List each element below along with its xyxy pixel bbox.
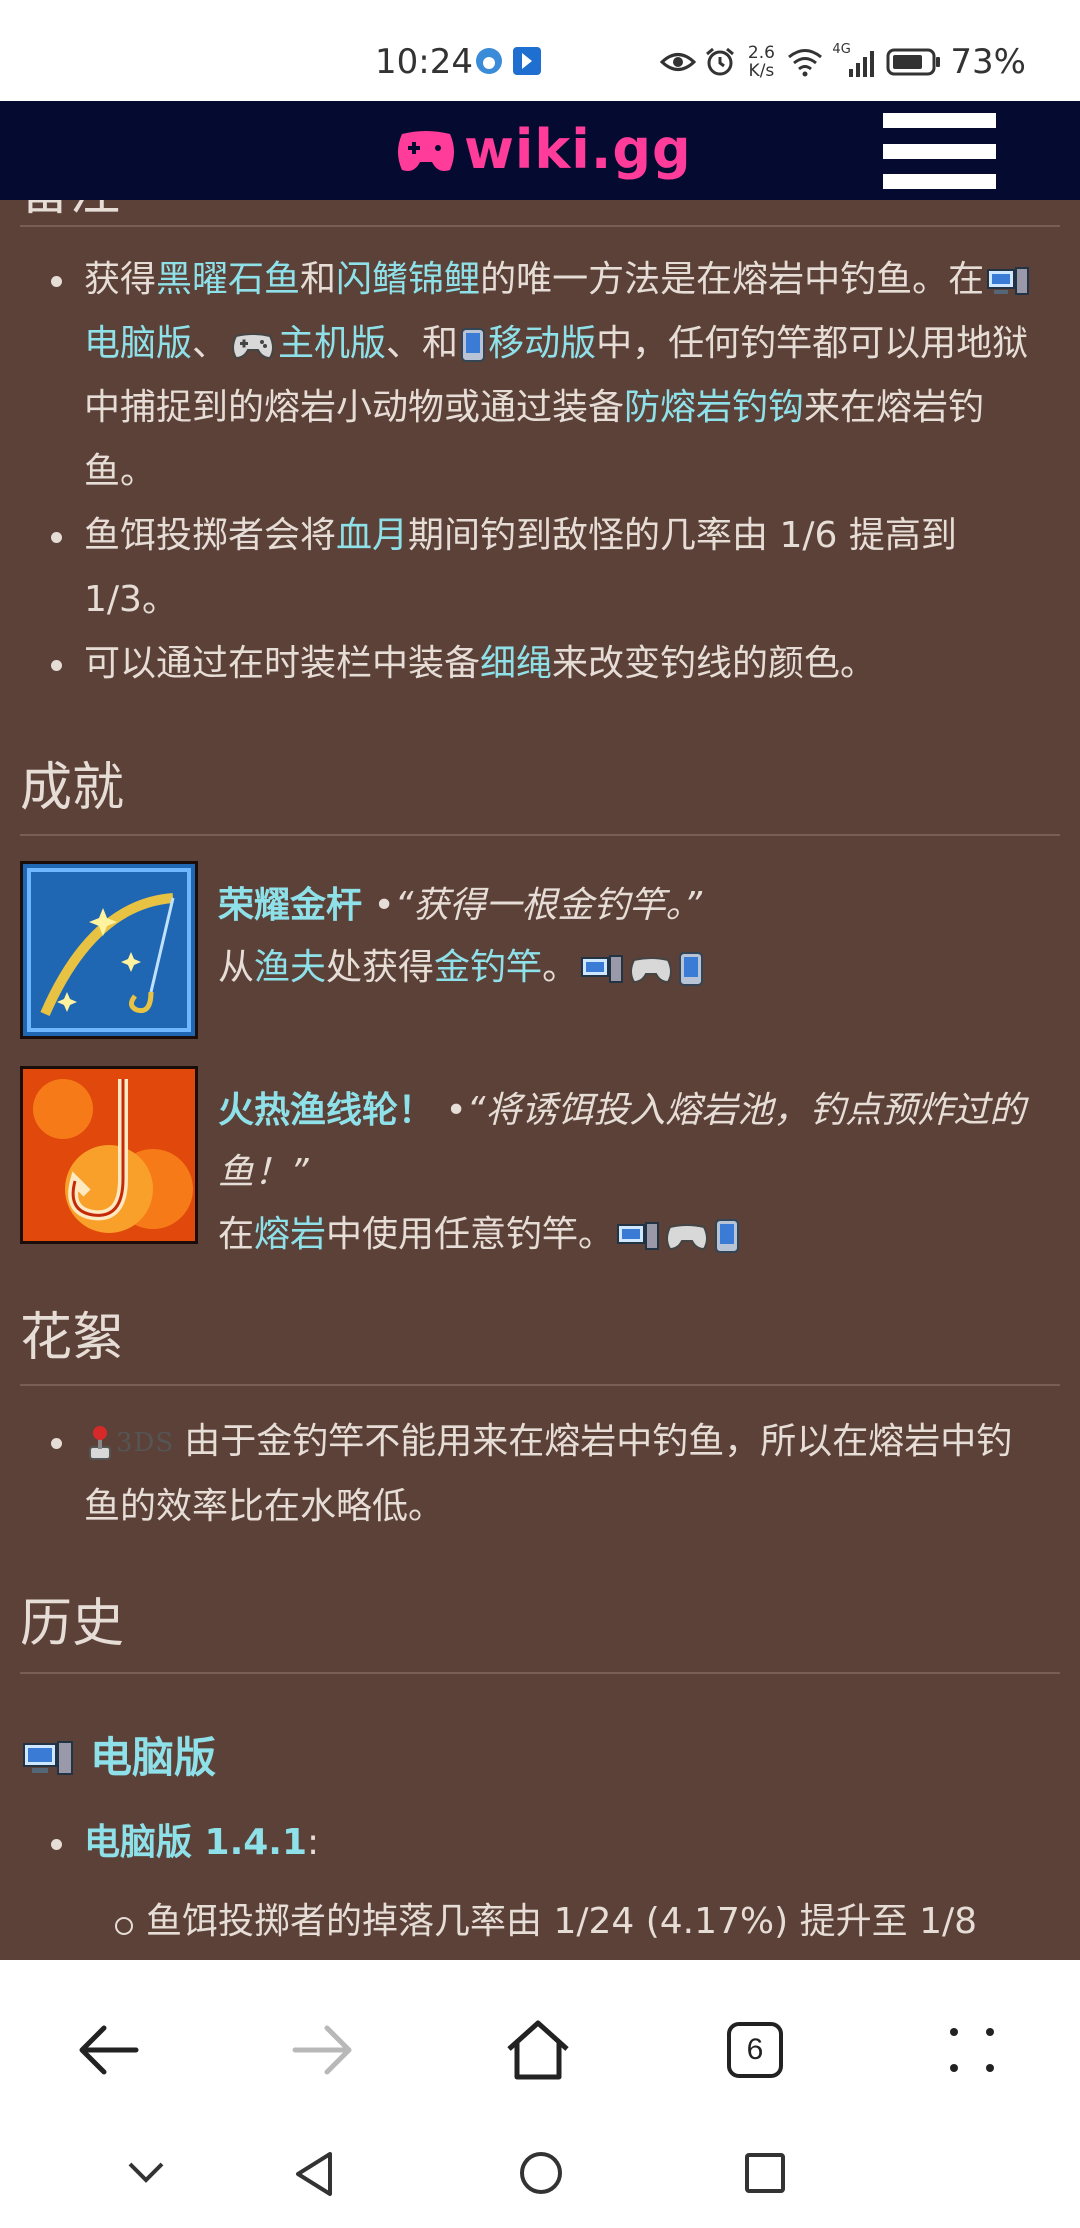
- section-heading-history: 历史: [20, 1594, 125, 1654]
- link-string[interactable]: 细绳: [480, 643, 552, 684]
- heading-divider: [20, 225, 1060, 227]
- logo-text: wiki.gg: [464, 118, 692, 181]
- more-dots-icon: [950, 2028, 994, 2072]
- achievement-separator: •: [445, 1090, 467, 1131]
- console-icon: [666, 1224, 709, 1251]
- system-recents-icon[interactable]: [744, 2152, 786, 2194]
- pc-icon: [23, 1741, 73, 1775]
- pc-icon: [581, 955, 624, 983]
- eye-icon: [660, 53, 697, 71]
- menu-bar-icon: [883, 113, 996, 128]
- history-change-item: 鱼饵投掷者的掉落几率由 1/24 (4.17%) 提升至 1/8: [115, 1890, 1046, 1954]
- more-menu-button[interactable]: [932, 2010, 1012, 2090]
- achievement-entry: 火热渔线轮！ •“将诱饵投入熔岩池，钓点预炸过的鱼！” 在熔岩中使用任意钓竿。: [20, 1066, 1060, 1255]
- wiki-gg-logo[interactable]: wiki.gg: [394, 118, 692, 184]
- arrow-left-icon: [79, 2025, 139, 2075]
- achievement-name: 荣耀金杆: [218, 885, 363, 926]
- arrow-right-icon: [292, 2025, 352, 2075]
- list-item: 可以通过在时装栏中装备细绳来改变钓线的颜色。: [51, 632, 1044, 696]
- back-button[interactable]: [68, 2010, 148, 2090]
- mobile-icon: [461, 328, 486, 362]
- link-lava[interactable]: 熔岩: [254, 1214, 326, 1255]
- 3ds-label: 3DS: [116, 1428, 175, 1458]
- tabs-count-icon: 6: [727, 2022, 783, 2078]
- link-mobile-version[interactable]: 移动版: [488, 323, 596, 364]
- section-heading-notes: 备注: [20, 200, 120, 222]
- menu-button[interactable]: [883, 113, 996, 189]
- achievement-quote: “获得一根金钓竿。”: [394, 885, 703, 926]
- platform-heading-pc: 电脑版: [22, 1726, 216, 1790]
- browser-notification-icon: [476, 48, 502, 74]
- heading-divider: [20, 1384, 1060, 1386]
- notification-icons: [474, 46, 542, 76]
- golden-rod-icon: [20, 861, 198, 1039]
- tabs-button[interactable]: 6: [715, 2010, 795, 2090]
- achievement-text: 荣耀金杆 •“获得一根金钓竿。” 从渔夫处获得金钓竿。: [218, 875, 1068, 999]
- menu-bar-icon: [883, 174, 996, 189]
- trivia-list: 3DS 由于金钓竿不能用来在熔岩中钓鱼，所以在熔岩中钓鱼的效率比在水略低。: [51, 1410, 1044, 1539]
- pc-icon: [987, 267, 1030, 295]
- app-notification-icon: [513, 47, 541, 75]
- achievement-entry: 荣耀金杆 •“获得一根金钓竿。” 从渔夫处获得金钓竿。: [20, 861, 1060, 1041]
- link-pc-1-4-1[interactable]: 电脑版 1.4.1: [84, 1822, 307, 1863]
- status-time: 10:24: [375, 42, 473, 82]
- console-icon: [630, 957, 673, 984]
- network-speed: 2.6 K/s: [744, 44, 778, 80]
- list-item: 获得黑曜石鱼和闪鳍锦鲤的唯一方法是在熔岩中钓鱼。在电脑版、 主机版、和 移动版中，任…: [51, 248, 1044, 504]
- notes-list: 获得黑曜石鱼和闪鳍锦鲤的唯一方法是在熔岩中钓鱼。在电脑版、 主机版、和 移动版中，任…: [51, 248, 1044, 696]
- battery-level: 73%: [950, 42, 1026, 82]
- menu-bar-icon: [883, 143, 996, 159]
- system-home-icon[interactable]: [518, 2150, 564, 2196]
- system-back-icon[interactable]: [292, 2150, 336, 2198]
- home-button[interactable]: [498, 2010, 578, 2090]
- battery-icon: [886, 48, 941, 76]
- system-collapse-icon[interactable]: [126, 2156, 166, 2188]
- link-lavaproof-hook[interactable]: 防熔岩钓钩: [624, 387, 804, 428]
- cellular-signal-icon: 4G: [832, 43, 878, 77]
- platform-heading-label: 电脑版: [90, 1733, 217, 1782]
- link-pc-version[interactable]: 电脑版: [84, 323, 192, 364]
- article-content: 备注 获得黑曜石鱼和闪鳍锦鲤的唯一方法是在熔岩中钓鱼。在电脑版、主机版、和移动版…: [0, 200, 1080, 1960]
- wifi-icon: [788, 49, 823, 77]
- link-console-version[interactable]: 主机版: [278, 323, 386, 364]
- lava-hook-icon: [20, 1066, 198, 1244]
- network-speed-value: 2.6: [747, 43, 775, 63]
- section-heading-achievements: 成就: [20, 758, 125, 818]
- achievement-separator: •: [373, 885, 395, 926]
- list-item: 电脑版 1.4.1:: [51, 1811, 1044, 1875]
- achievement-name: 火热渔线轮！: [218, 1090, 435, 1131]
- link-blood-moon[interactable]: 血月: [336, 515, 408, 556]
- heading-divider: [20, 834, 1060, 836]
- link-golden-fishing-rod[interactable]: 金钓竿: [434, 947, 542, 988]
- tab-count: 6: [746, 2033, 764, 2066]
- achievement-text: 火热渔线轮！ •“将诱饵投入熔岩池，钓点预炸过的鱼！” 在熔岩中使用任意钓竿。: [218, 1090, 1026, 1255]
- status-bar: 10:24 2.6 K/s 4G 73%: [0, 0, 1080, 101]
- mobile-icon: [679, 952, 704, 986]
- history-list: 电脑版 1.4.1:: [51, 1811, 1044, 1875]
- console-icon: [232, 333, 275, 360]
- link-angler[interactable]: 渔夫: [254, 947, 326, 988]
- heading-divider: [20, 1672, 1060, 1674]
- forward-button[interactable]: [283, 2010, 363, 2090]
- pc-icon: [617, 1222, 660, 1250]
- alarm-icon: [706, 47, 735, 76]
- mobile-icon: [715, 1219, 740, 1253]
- system-status-icons: 2.6 K/s 4G 73%: [660, 42, 1026, 82]
- list-item: 3DS 由于金钓竿不能用来在熔岩中钓鱼，所以在熔岩中钓鱼的效率比在水略低。: [51, 1410, 1044, 1539]
- controller-logo-icon: [398, 131, 454, 171]
- link-obsidifish[interactable]: 黑曜石鱼: [156, 259, 300, 300]
- section-heading-trivia: 花絮: [20, 1308, 125, 1368]
- network-speed-unit: K/s: [748, 61, 775, 81]
- home-icon: [507, 2020, 569, 2080]
- 3ds-joystick-icon: [89, 1426, 111, 1460]
- list-item: 鱼饵投掷者会将血月期间钓到敌怪的几率由 1/6 提高到 1/3。: [51, 504, 1044, 632]
- link-flarefin-koi[interactable]: 闪鳍锦鲤: [336, 259, 480, 300]
- trivia-text: 由于金钓竿不能用来在熔岩中钓鱼，所以在熔岩中钓鱼的效率比在水略低。: [84, 1421, 1013, 1527]
